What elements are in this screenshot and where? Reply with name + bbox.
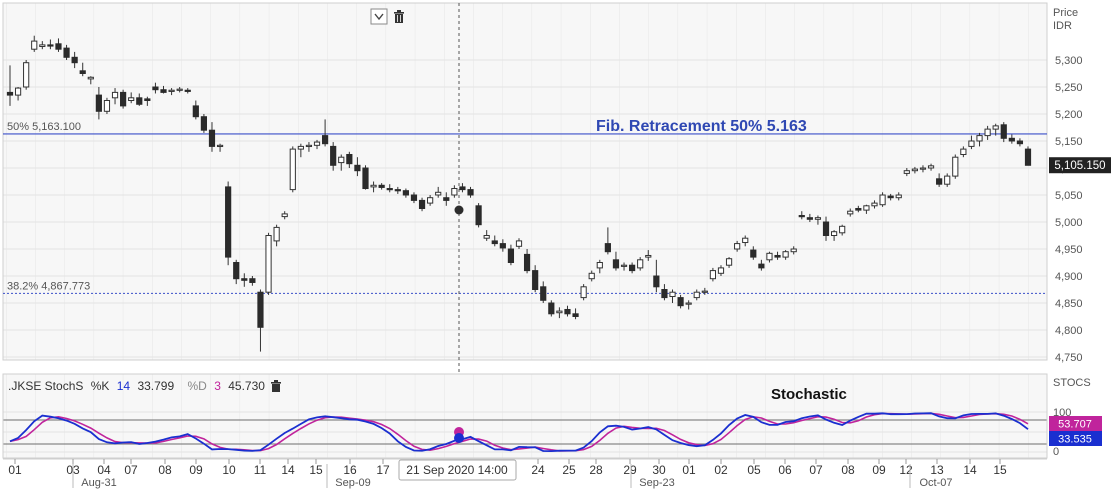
crosshair-marker xyxy=(454,205,464,215)
time-tick: 11 xyxy=(254,463,267,477)
candle[interactable] xyxy=(548,300,555,317)
stoch-k-period: 14 xyxy=(117,379,131,393)
stoch-k-badge: 33.535 xyxy=(1049,431,1102,446)
time-tick: 04 xyxy=(97,463,111,477)
time-tick: 24 xyxy=(531,463,545,477)
time-month-label: Oct-07 xyxy=(919,477,952,489)
stoch-d-badge: 53.707 xyxy=(1049,416,1102,431)
crosshair-time-label: 21 Sep 2020 14:00 xyxy=(398,459,517,481)
time-tick: 02 xyxy=(714,463,728,477)
time-month-label: Aug-31 xyxy=(81,477,116,489)
time-tick: 01 xyxy=(682,463,696,477)
time-tick: 09 xyxy=(872,463,886,477)
time-tick: 25 xyxy=(562,463,576,477)
time-tick: 12 xyxy=(899,463,913,477)
price-axis: Price IDR 5,3005,2505,2005,1505,1005,050… xyxy=(1053,7,1083,364)
time-tick: 08 xyxy=(158,463,172,477)
stoch-k-badge-value: 33.535 xyxy=(1058,434,1092,446)
price-tick: 4,900 xyxy=(1055,271,1083,283)
price-tick: 4,950 xyxy=(1055,244,1083,256)
fib-50-label: 50% 5,163.100 xyxy=(7,121,81,133)
candle[interactable] xyxy=(23,60,30,90)
stoch-d-value: 45.730 xyxy=(228,379,265,393)
price-axis-title: Price xyxy=(1053,7,1078,19)
stoch-d-label: %D xyxy=(188,379,208,393)
last-price-badge: 5,105.150 xyxy=(1049,157,1111,174)
time-tick: 15 xyxy=(993,463,1007,477)
last-price-value: 5,105.150 xyxy=(1054,160,1105,172)
price-axis-currency: IDR xyxy=(1053,20,1072,32)
time-tick: 28 xyxy=(589,463,603,477)
candle[interactable] xyxy=(475,203,482,228)
fib-annotation: Fib. Retracement 50% 5.163 xyxy=(596,118,807,135)
time-tick: 07 xyxy=(809,463,823,477)
time-tick: 05 xyxy=(747,463,761,477)
stoch-k-value: 33.799 xyxy=(137,379,174,393)
time-tick: 17 xyxy=(376,463,390,477)
candle[interactable] xyxy=(362,165,369,190)
stoch-axis-title: STOCS xyxy=(1053,377,1091,389)
time-tick: 14 xyxy=(281,463,295,477)
time-tick: 15 xyxy=(309,463,323,477)
price-tick: 5,150 xyxy=(1055,136,1083,148)
candle[interactable] xyxy=(103,97,111,114)
price-tick: 5,200 xyxy=(1055,109,1083,121)
chevron-down-icon[interactable] xyxy=(370,8,388,25)
price-tick: 5,300 xyxy=(1055,55,1083,67)
price-tick: 5,250 xyxy=(1055,82,1083,94)
time-tick: 09 xyxy=(189,463,203,477)
candle[interactable] xyxy=(1024,146,1032,166)
time-tick: 10 xyxy=(222,463,236,477)
fib-38-label: 38.2% 4,867.773 xyxy=(7,280,90,292)
stoch-tick-0: 0 xyxy=(1053,446,1059,458)
time-tick: 14 xyxy=(963,463,977,477)
time-tick: 30 xyxy=(652,463,666,477)
candle[interactable] xyxy=(580,284,587,301)
price-tick: 4,750 xyxy=(1055,352,1083,364)
candle[interactable] xyxy=(120,89,127,109)
time-tick: 08 xyxy=(841,463,855,477)
time-tick: 06 xyxy=(778,463,792,477)
candle[interactable] xyxy=(200,114,208,133)
price-tick: 5,000 xyxy=(1055,217,1083,229)
price-tick: 4,800 xyxy=(1055,325,1083,337)
candle[interactable] xyxy=(225,181,232,266)
time-month-label: Sep-23 xyxy=(639,477,674,489)
stoch-symbol: .JKSE StochS xyxy=(8,379,83,393)
time-tick: 07 xyxy=(124,463,138,477)
time-month-label: Sep-09 xyxy=(335,477,370,489)
candle[interactable] xyxy=(265,232,272,295)
stochastic-legend: .JKSE StochS %K 14 33.799 %D 3 45.730 xyxy=(8,379,281,393)
candle[interactable] xyxy=(289,146,296,193)
candle[interactable] xyxy=(952,154,959,179)
price-tick: 5,050 xyxy=(1055,190,1083,202)
stoch-k-marker xyxy=(454,433,464,443)
time-tick: 13 xyxy=(930,463,944,477)
time-tick: 16 xyxy=(343,463,357,477)
time-axis: 01 03 04 07 08 09 10 11 14 15 16 17 24 25 28 29 30 01 02 05… xyxy=(3,458,1047,489)
stochastic-title: Stochastic xyxy=(771,386,847,403)
crosshair-time-text: 21 Sep 2020 14:00 xyxy=(406,463,508,477)
chart-canvas: 50% 5,163.100 38.2% 4,867.773 Fib. Retra… xyxy=(2,2,1111,489)
time-tick: 01 xyxy=(8,463,22,477)
price-tick: 4,850 xyxy=(1055,298,1083,310)
stoch-k-label: %K xyxy=(91,379,110,393)
time-tick: 29 xyxy=(623,463,637,477)
stoch-d-badge-value: 53.707 xyxy=(1058,419,1092,431)
panel-toolbar xyxy=(370,8,404,25)
stoch-d-period: 3 xyxy=(214,379,221,393)
